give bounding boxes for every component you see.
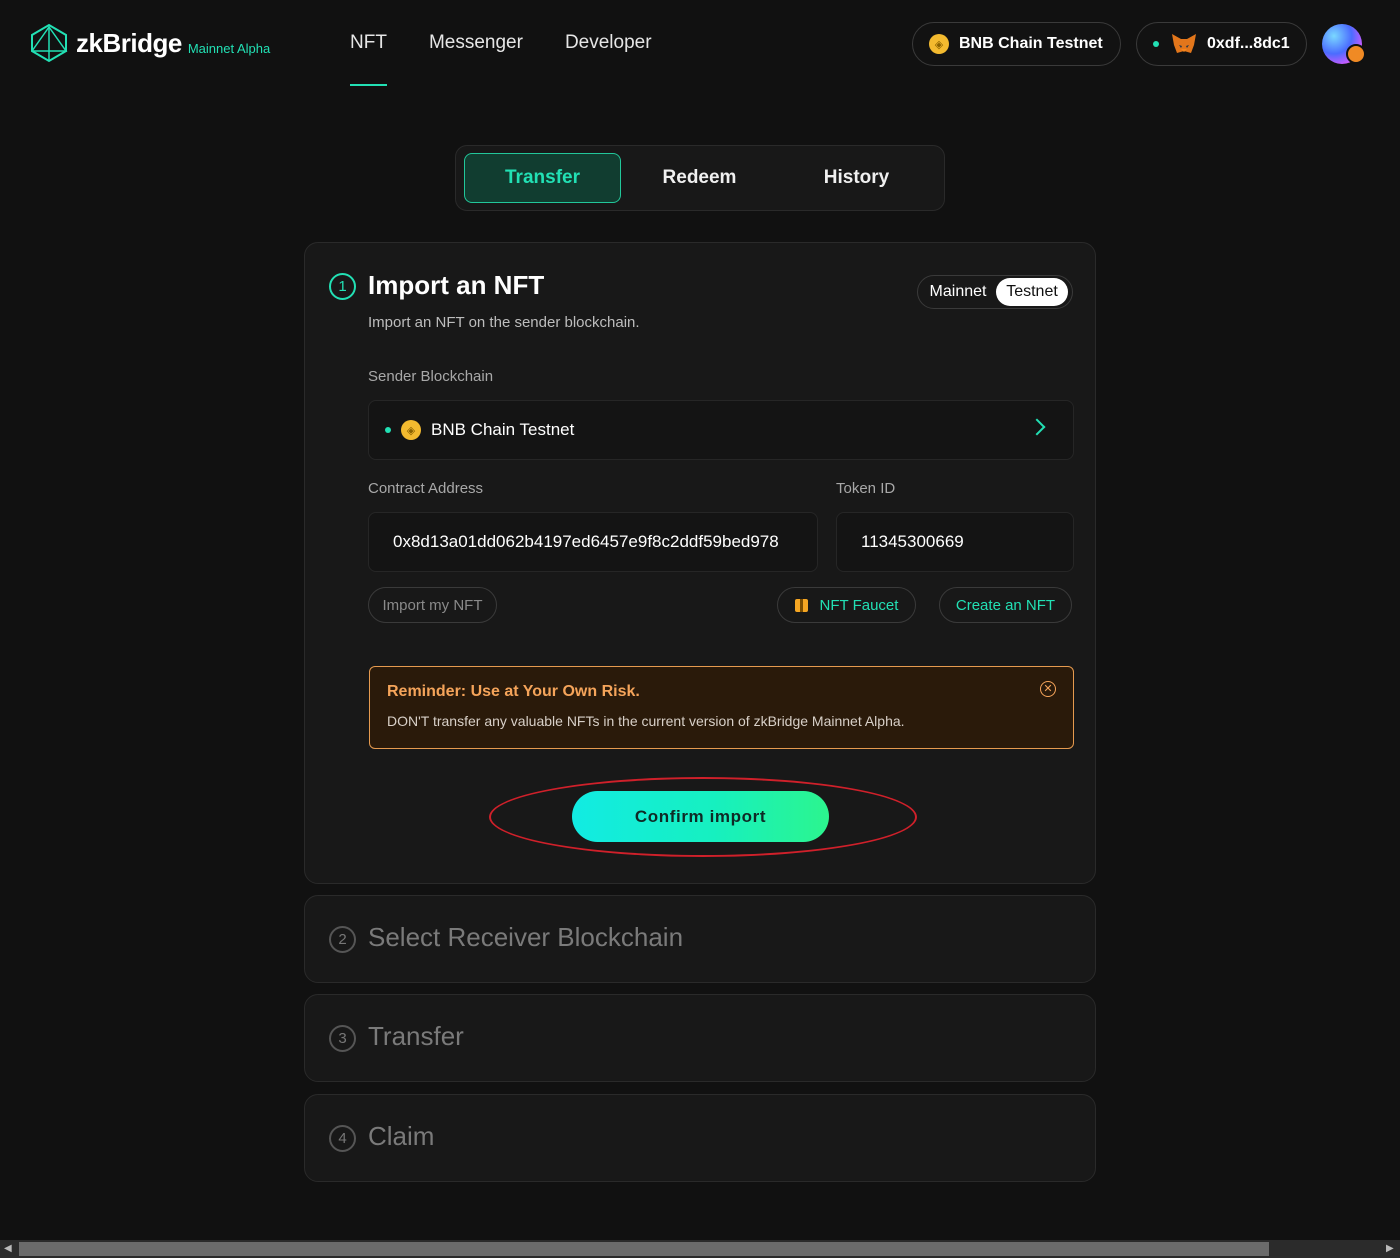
nav-nft[interactable]: NFT: [350, 32, 387, 86]
scrollbar-thumb[interactable]: [19, 1242, 1269, 1256]
contract-address-value: 0x8d13a01dd062b4197ed6457e9f8c2ddf59bed9…: [393, 532, 779, 551]
step-number-4: 4: [329, 1125, 356, 1152]
step-card-transfer[interactable]: 3 Transfer: [304, 994, 1096, 1082]
connected-dot-icon: [1153, 41, 1159, 47]
contract-address-label: Contract Address: [368, 480, 484, 497]
step-title-transfer: Transfer: [368, 1021, 464, 1051]
sender-blockchain-value: BNB Chain Testnet: [431, 420, 575, 439]
step-number-1: 1: [329, 273, 356, 300]
toggle-testnet[interactable]: Testnet: [996, 278, 1068, 306]
tab-redeem[interactable]: Redeem: [621, 153, 778, 203]
confirm-import-button[interactable]: Confirm import: [572, 791, 829, 842]
token-id-value: 11345300669: [861, 532, 964, 551]
zkbridge-logo-icon: [31, 23, 68, 63]
sender-blockchain-label: Sender Blockchain: [368, 368, 494, 385]
contract-address-input[interactable]: 0x8d13a01dd062b4197ed6457e9f8c2ddf59bed9…: [368, 512, 818, 572]
card-subtitle: Import an NFT on the sender blockchain.: [368, 314, 640, 331]
step-card-claim[interactable]: 4 Claim: [304, 1094, 1096, 1182]
nav-messenger[interactable]: Messenger: [429, 32, 523, 54]
import-my-nft-button[interactable]: Import my NFT: [368, 587, 497, 623]
main-nav: NFT Messenger Developer: [350, 32, 694, 86]
reminder-title: Reminder: Use at Your Own Risk.: [387, 683, 640, 700]
token-id-label: Token ID: [836, 480, 896, 497]
tab-transfer[interactable]: Transfer: [464, 153, 621, 203]
logo-subtitle: Mainnet Alpha: [187, 40, 271, 56]
nft-faucet-button[interactable]: NFT Faucet: [777, 587, 916, 623]
token-id-input[interactable]: 11345300669: [836, 512, 1074, 572]
tab-history[interactable]: History: [778, 153, 935, 203]
nav-developer[interactable]: Developer: [565, 32, 652, 54]
network-selector-button[interactable]: ◈ BNB Chain Testnet: [912, 22, 1121, 66]
risk-reminder: Reminder: Use at Your Own Risk. DON'T tr…: [369, 666, 1074, 749]
step-number-2: 2: [329, 926, 356, 953]
avatar-badge-icon: [1346, 44, 1366, 64]
bnb-coin-icon: ◈: [929, 34, 949, 54]
logo[interactable]: zkBridge Mainnet Alpha: [30, 23, 270, 63]
sender-blockchain-select[interactable]: ◈ BNB Chain Testnet: [368, 400, 1074, 460]
bridge-tabs: Transfer Redeem History: [455, 145, 945, 211]
scroll-left-icon[interactable]: ◀: [4, 1243, 12, 1254]
status-dot-icon: [385, 427, 391, 433]
top-header: zkBridge Mainnet Alpha NFT Messenger Dev…: [0, 0, 1400, 90]
step-card-receiver[interactable]: 2 Select Receiver Blockchain: [304, 895, 1096, 983]
step-title-claim: Claim: [368, 1121, 435, 1151]
gift-icon: [794, 598, 808, 612]
step-title-receiver: Select Receiver Blockchain: [368, 922, 684, 952]
step-number-3: 3: [329, 1025, 356, 1052]
wallet-address: 0xdf...8dc1: [1207, 35, 1290, 52]
network-toggle: Mainnet Testnet: [917, 275, 1073, 309]
horizontal-scrollbar[interactable]: ◀ ▶: [0, 1240, 1400, 1258]
wallet-button[interactable]: 0xdf...8dc1: [1136, 22, 1307, 66]
import-nft-card: 1 Import an NFT Import an NFT on the sen…: [304, 242, 1096, 884]
metamask-fox-icon: [1172, 34, 1196, 53]
create-nft-button[interactable]: Create an NFT: [939, 587, 1072, 623]
toggle-mainnet[interactable]: Mainnet: [920, 278, 996, 306]
logo-text: zkBridge: [76, 27, 182, 58]
nft-faucet-label: NFT Faucet: [819, 596, 899, 614]
network-selector-label: BNB Chain Testnet: [959, 35, 1103, 52]
close-icon[interactable]: ✕: [1040, 681, 1056, 697]
chevron-right-icon: [1028, 418, 1046, 436]
bnb-coin-icon: ◈: [401, 420, 421, 440]
reminder-text: DON'T transfer any valuable NFTs in the …: [387, 713, 905, 729]
scroll-right-icon[interactable]: ▶: [1386, 1243, 1394, 1254]
card-title: Import an NFT: [368, 270, 545, 300]
